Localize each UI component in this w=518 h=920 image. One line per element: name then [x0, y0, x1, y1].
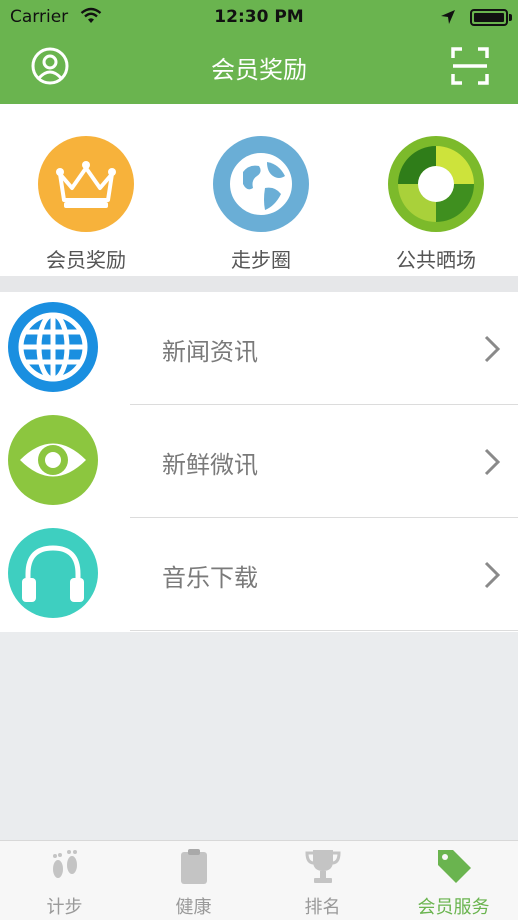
ring-icon — [388, 136, 484, 232]
menu-list: 新闻资讯 新鲜微讯 音乐下载 — [0, 292, 518, 632]
battery-icon — [470, 9, 508, 26]
battery-fill — [474, 13, 504, 22]
crown-icon — [38, 136, 134, 232]
menu-item-label: 新鲜微讯 — [162, 451, 258, 479]
eye-icon — [8, 415, 98, 505]
globe-icon — [213, 136, 309, 232]
quick-item-label: 会员奖励 — [46, 248, 126, 272]
tag-icon — [438, 850, 471, 883]
headphones-icon — [8, 528, 98, 618]
quick-item-member-rewards[interactable]: 会员奖励 — [0, 104, 172, 276]
row-separator — [130, 630, 518, 631]
globe-shape — [228, 151, 294, 217]
eye-shape — [20, 443, 86, 477]
tab-label: 计步 — [46, 897, 83, 918]
quick-item-label: 走步圈 — [231, 248, 291, 272]
crown-shape — [56, 161, 116, 208]
quick-item-walking-circle[interactable]: 走步圈 — [175, 104, 347, 276]
menu-item-news[interactable]: 新闻资讯 — [0, 292, 518, 405]
section-divider — [0, 276, 518, 292]
web-globe-shape — [18, 312, 88, 382]
location-arrow-icon — [441, 10, 455, 24]
tab-steps[interactable]: 计步 — [0, 841, 129, 920]
menu-item-label: 新闻资讯 — [162, 338, 258, 366]
tab-label: 会员服务 — [417, 897, 490, 918]
chevron-right-icon — [484, 561, 501, 589]
menu-item-label: 音乐下载 — [162, 564, 258, 592]
quick-item-public-square[interactable]: 公共晒场 — [350, 104, 518, 276]
quick-item-label: 公共晒场 — [396, 248, 476, 272]
tab-member-services[interactable]: 会员服务 — [389, 841, 518, 920]
tab-ranking[interactable]: 排名 — [258, 841, 387, 920]
headphones-shape — [22, 545, 84, 602]
menu-item-fresh-messages[interactable]: 新鲜微讯 — [0, 405, 518, 518]
quick-actions: 会员奖励 走步圈 公共晒场 — [0, 104, 518, 276]
ring-shape — [398, 146, 474, 222]
page-title: 会员奖励 — [211, 56, 307, 84]
scan-icon[interactable] — [450, 46, 490, 86]
clipboard-icon — [181, 849, 207, 884]
tab-label: 健康 — [175, 897, 212, 918]
footprints-icon — [53, 850, 77, 878]
top-bar: Carrier 12:30 PM 会员奖励 — [0, 0, 518, 104]
status-bar: Carrier 12:30 PM — [0, 0, 518, 34]
tab-health[interactable]: 健康 — [129, 841, 258, 920]
tab-label: 排名 — [304, 897, 341, 918]
trophy-icon — [305, 850, 341, 883]
battery-nub — [509, 14, 512, 21]
web-globe-icon — [8, 302, 98, 392]
menu-item-music-download[interactable]: 音乐下载 — [0, 518, 518, 631]
chevron-right-icon — [484, 335, 501, 363]
tab-bar: 计步 健康 排名 会员服务 — [0, 840, 518, 920]
chevron-right-icon — [484, 448, 501, 476]
